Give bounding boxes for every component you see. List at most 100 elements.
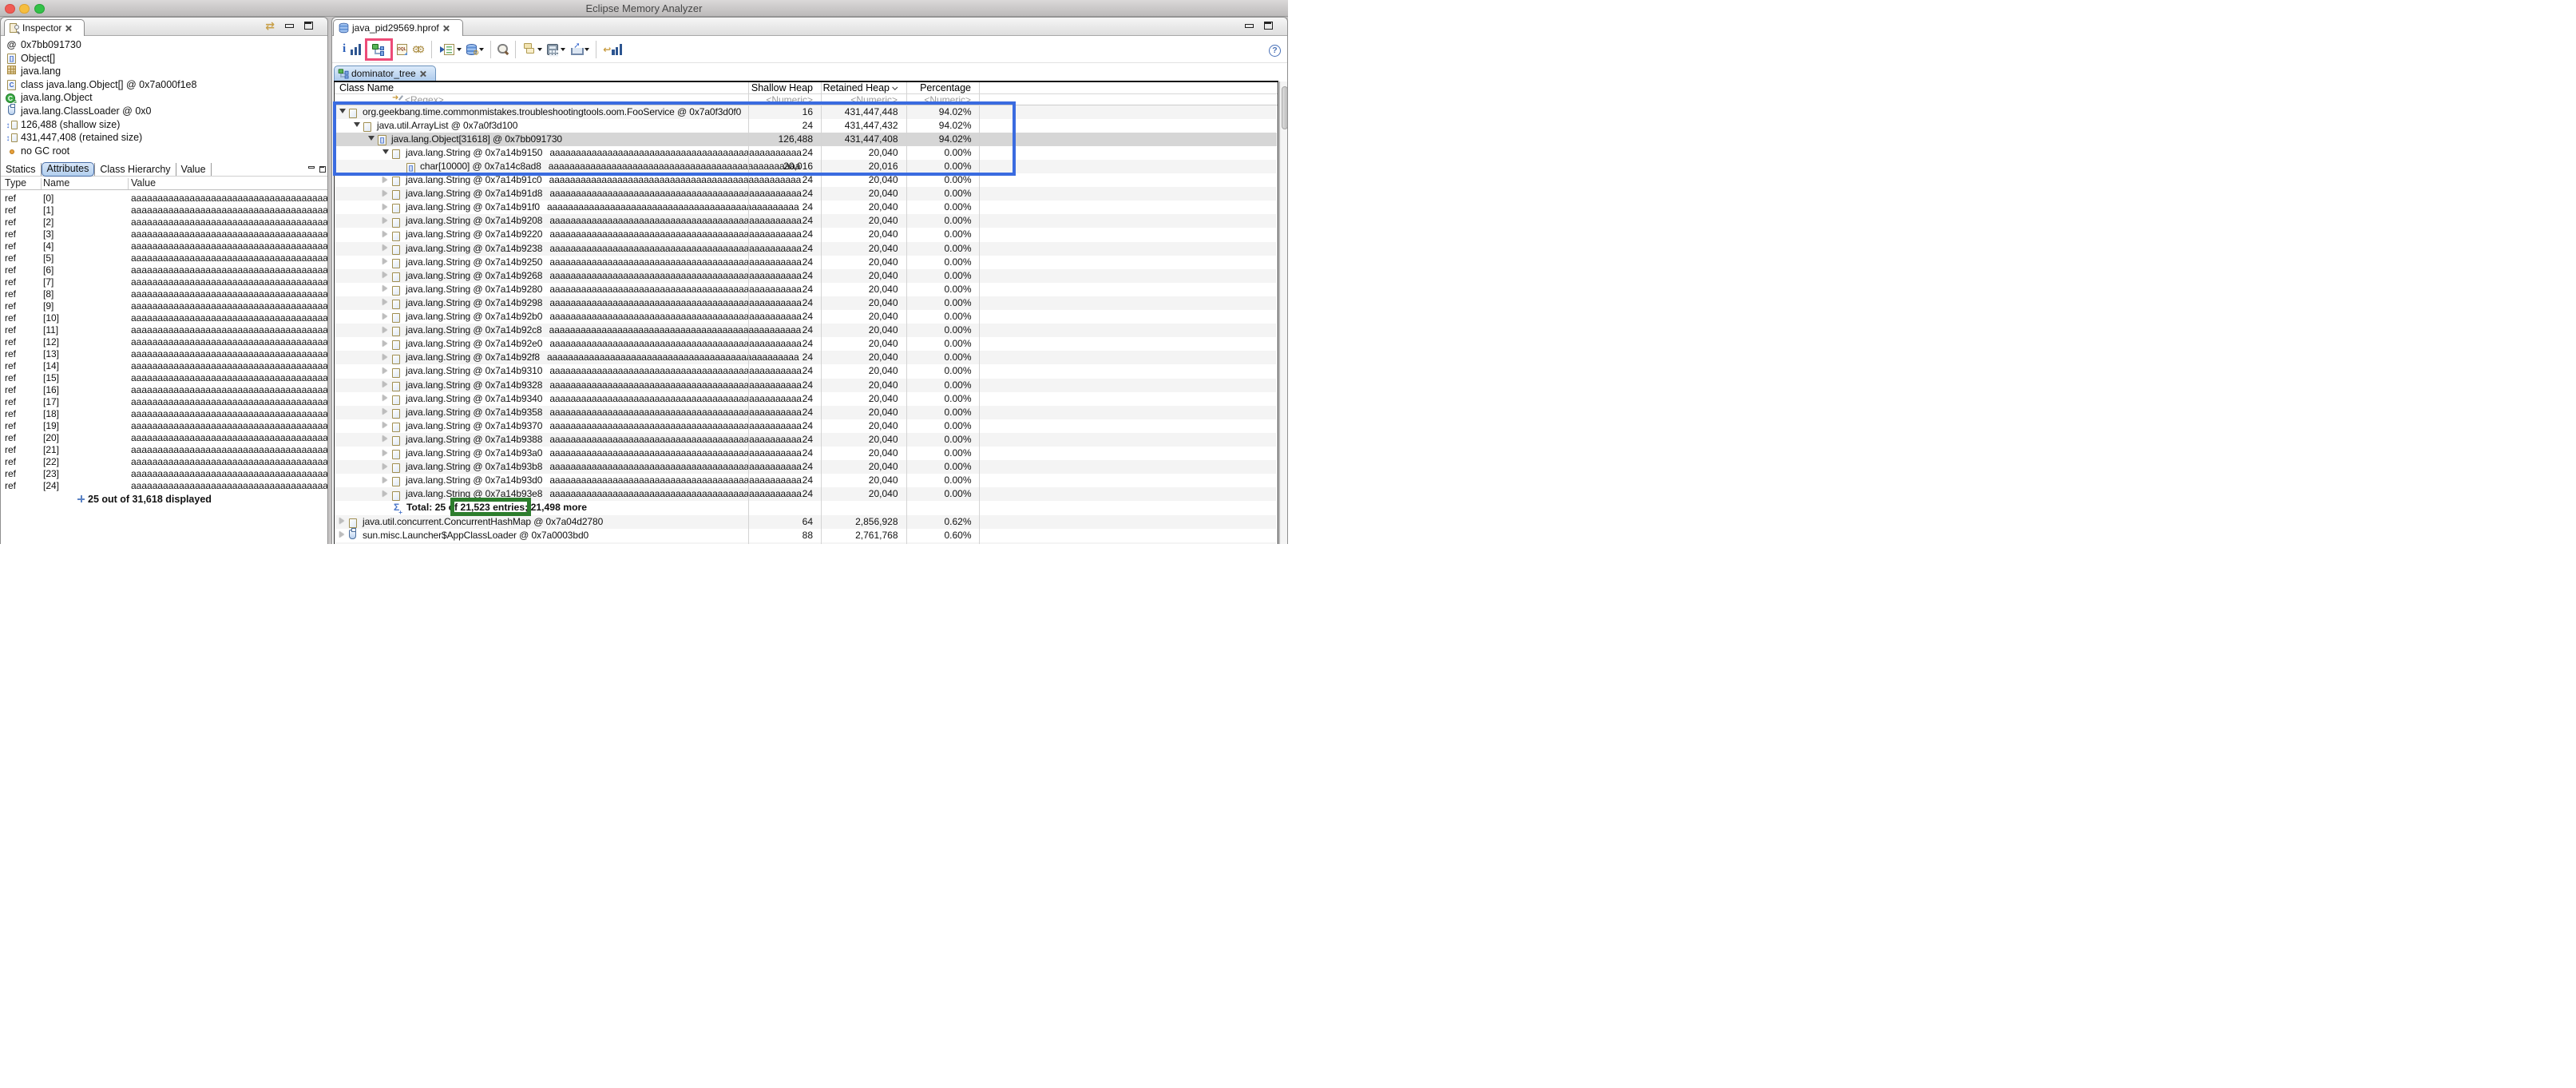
tree-row[interactable]: java.lang.String @ 0x7a14b9280aaaaaaaaaa… xyxy=(335,283,1277,296)
table-row[interactable]: ref[7]aaaaaaaaaaaaaaaaaaaaaaaaaaaaaaaaaa… xyxy=(1,276,328,288)
col-type[interactable]: Type xyxy=(5,177,26,189)
expand-expander-icon[interactable] xyxy=(382,299,387,305)
tree-row[interactable]: java.lang.String @ 0x7a14b91f0aaaaaaaaaa… xyxy=(335,201,1277,214)
expand-more-icon[interactable] xyxy=(77,495,85,502)
histogram-icon[interactable] xyxy=(351,44,361,55)
expand-expander-icon[interactable] xyxy=(382,463,387,470)
expand-expander-icon[interactable] xyxy=(382,340,387,347)
expand-expander-icon[interactable] xyxy=(382,231,387,237)
calculator-icon[interactable] xyxy=(547,44,558,55)
table-row[interactable]: ref[1]aaaaaaaaaaaaaaaaaaaaaaaaaaaaaaaaaa… xyxy=(1,204,328,216)
tree-row[interactable]: java.util.concurrent.ConcurrentHashMap @… xyxy=(335,515,1277,529)
tree-row[interactable]: java.lang.String @ 0x7a14b93a0aaaaaaaaaa… xyxy=(335,447,1277,460)
expand-expander-icon[interactable] xyxy=(382,490,387,497)
table-row[interactable]: ref[14]aaaaaaaaaaaaaaaaaaaaaaaaaaaaaaaaa… xyxy=(1,360,328,372)
table-row[interactable]: ref[20]aaaaaaaaaaaaaaaaaaaaaaaaaaaaaaaaa… xyxy=(1,432,328,444)
dropdown-arrow-icon[interactable] xyxy=(537,48,542,51)
collapse-expander-icon[interactable] xyxy=(339,109,346,113)
annotation-pink-rectangle[interactable] xyxy=(365,38,393,61)
tree-row[interactable]: []java.lang.Object[31618] @ 0x7bb0917301… xyxy=(335,133,1277,146)
tree-row[interactable]: java.lang.String @ 0x7a14b9250aaaaaaaaaa… xyxy=(335,256,1277,269)
tree-row[interactable]: java.lang.String @ 0x7a14b9220aaaaaaaaaa… xyxy=(335,228,1277,241)
expand-expander-icon[interactable] xyxy=(382,327,387,333)
expand-expander-icon[interactable] xyxy=(382,217,387,224)
table-row[interactable]: ref[10]aaaaaaaaaaaaaaaaaaaaaaaaaaaaaaaaa… xyxy=(1,312,328,324)
col-value[interactable]: Value xyxy=(131,177,156,189)
expand-expander-icon[interactable] xyxy=(339,531,344,538)
close-icon[interactable] xyxy=(419,70,426,77)
table-row[interactable]: ref[17]aaaaaaaaaaaaaaaaaaaaaaaaaaaaaaaaa… xyxy=(1,396,328,408)
help-icon[interactable]: ? xyxy=(1269,45,1281,57)
tree-row[interactable]: java.lang.String @ 0x7a14b93e8aaaaaaaaaa… xyxy=(335,487,1277,501)
table-row[interactable]: ref[11]aaaaaaaaaaaaaaaaaaaaaaaaaaaaaaaaa… xyxy=(1,324,328,336)
minimize-view-icon[interactable] xyxy=(1245,24,1254,28)
col-percentage[interactable]: Percentage xyxy=(906,82,975,93)
collapse-expander-icon[interactable] xyxy=(382,149,389,154)
table-row[interactable]: ref[3]aaaaaaaaaaaaaaaaaaaaaaaaaaaaaaaaaa… xyxy=(1,228,328,240)
tree-row[interactable]: java.lang.String @ 0x7a14b93d0aaaaaaaaaa… xyxy=(335,474,1277,487)
heap-objects-gear-icon[interactable] xyxy=(466,44,477,55)
table-row[interactable]: ref[0]aaaaaaaaaaaaaaaaaaaaaaaaaaaaaaaaaa… xyxy=(1,193,328,204)
tree-row[interactable]: java.lang.String @ 0x7a14b9268aaaaaaaaaa… xyxy=(335,269,1277,283)
expand-expander-icon[interactable] xyxy=(382,477,387,483)
tree-row[interactable]: java.lang.String @ 0x7a14b9340aaaaaaaaaa… xyxy=(335,392,1277,406)
expand-expander-icon[interactable] xyxy=(382,354,387,360)
dropdown-arrow-icon[interactable] xyxy=(585,48,589,51)
export-icon[interactable] xyxy=(570,44,582,55)
inspector-item[interactable]: java.lang.ClassLoader @ 0x0 xyxy=(1,105,328,118)
total-row[interactable]: Σ+Total: 25 of 21,523 entries; 21,498 mo… xyxy=(335,501,1277,514)
table-row[interactable]: ref[13]aaaaaaaaaaaaaaaaaaaaaaaaaaaaaaaaa… xyxy=(1,348,328,360)
table-row[interactable]: ref[23]aaaaaaaaaaaaaaaaaaaaaaaaaaaaaaaaa… xyxy=(1,468,328,480)
tree-row[interactable]: java.lang.String @ 0x7a14b92f8aaaaaaaaaa… xyxy=(335,351,1277,364)
expand-expander-icon[interactable] xyxy=(382,422,387,428)
maximize-view-icon[interactable] xyxy=(304,22,313,30)
tree-row[interactable]: java.lang.String @ 0x7a14b9370aaaaaaaaaa… xyxy=(335,419,1277,433)
table-row[interactable]: ref[16]aaaaaaaaaaaaaaaaaaaaaaaaaaaaaaaaa… xyxy=(1,384,328,396)
tree-row[interactable]: []char[10000] @ 0x7a14c8ad8aaaaaaaaaaaaa… xyxy=(335,160,1277,173)
subtab-class-hierarchy[interactable]: Class Hierarchy xyxy=(95,164,175,175)
tree-row[interactable]: java.lang.String @ 0x7a14b9298aaaaaaaaaa… xyxy=(335,296,1277,310)
expand-expander-icon[interactable] xyxy=(382,381,387,387)
inspector-item[interactable]: []Object[] xyxy=(1,52,328,66)
inspector-item[interactable]: Csjava.lang.Object xyxy=(1,91,328,105)
tree-row[interactable]: java.lang.String @ 0x7a14b93b8aaaaaaaaaa… xyxy=(335,460,1277,474)
search-icon[interactable] xyxy=(497,44,509,55)
subtab-value[interactable]: Value xyxy=(176,164,211,175)
inspector-item[interactable]: Cclass java.lang.Object[] @ 0x7a000f1e8 xyxy=(1,78,328,92)
oql-icon[interactable]: OQL xyxy=(397,44,407,55)
minimize-view-icon[interactable] xyxy=(308,166,315,169)
table-row[interactable]: ref[12]aaaaaaaaaaaaaaaaaaaaaaaaaaaaaaaaa… xyxy=(1,336,328,348)
tree-row[interactable]: java.lang.String @ 0x7a14b9238aaaaaaaaaa… xyxy=(335,242,1277,256)
tree-row[interactable]: java.lang.String @ 0x7a14b92c8aaaaaaaaaa… xyxy=(335,324,1277,337)
maximize-view-icon[interactable] xyxy=(1264,22,1273,30)
link-arrows-icon[interactable]: ⇄ xyxy=(265,19,275,33)
retained-heap-filter[interactable]: <Numeric> xyxy=(820,94,902,105)
inspector-item[interactable]: java.lang xyxy=(1,65,328,78)
percentage-filter[interactable]: <Numeric> xyxy=(906,94,975,105)
collapse-expander-icon[interactable] xyxy=(354,122,360,127)
expand-expander-icon[interactable] xyxy=(382,204,387,210)
close-icon[interactable] xyxy=(65,25,72,32)
tree-row[interactable]: java.lang.String @ 0x7a14b91d8aaaaaaaaaa… xyxy=(335,187,1277,201)
expand-expander-icon[interactable] xyxy=(339,518,344,524)
query-list-icon[interactable] xyxy=(438,44,454,55)
table-row[interactable]: ref[6]aaaaaaaaaaaaaaaaaaaaaaaaaaaaaaaaaa… xyxy=(1,264,328,276)
dropdown-arrow-icon[interactable] xyxy=(457,48,462,51)
expand-expander-icon[interactable] xyxy=(382,190,387,197)
col-name[interactable]: Name xyxy=(43,177,69,189)
tree-row[interactable]: java.lang.String @ 0x7a14b9328aaaaaaaaaa… xyxy=(335,379,1277,392)
tree-row[interactable]: sun.misc.Launcher$AppClassLoader @ 0x7a0… xyxy=(335,529,1277,542)
subtab-attributes[interactable]: Attributes xyxy=(42,162,95,177)
sum-histogram-icon[interactable]: ↩ xyxy=(603,44,622,55)
expand-expander-icon[interactable] xyxy=(382,285,387,292)
subtab-statics[interactable]: Statics xyxy=(1,164,41,175)
shallow-heap-filter[interactable]: <Numeric> xyxy=(748,94,817,105)
close-icon[interactable] xyxy=(442,25,450,32)
info-icon[interactable]: i xyxy=(343,42,346,56)
expand-expander-icon[interactable] xyxy=(382,258,387,264)
tab-dominator-tree[interactable]: dominator_tree xyxy=(334,66,436,81)
tree-row[interactable] xyxy=(335,542,1277,544)
table-row[interactable]: ref[9]aaaaaaaaaaaaaaaaaaaaaaaaaaaaaaaaaa… xyxy=(1,300,328,312)
maximize-view-icon[interactable] xyxy=(319,166,326,173)
tree-row[interactable]: java.util.ArrayList @ 0x7a0f3d10024431,4… xyxy=(335,119,1277,133)
